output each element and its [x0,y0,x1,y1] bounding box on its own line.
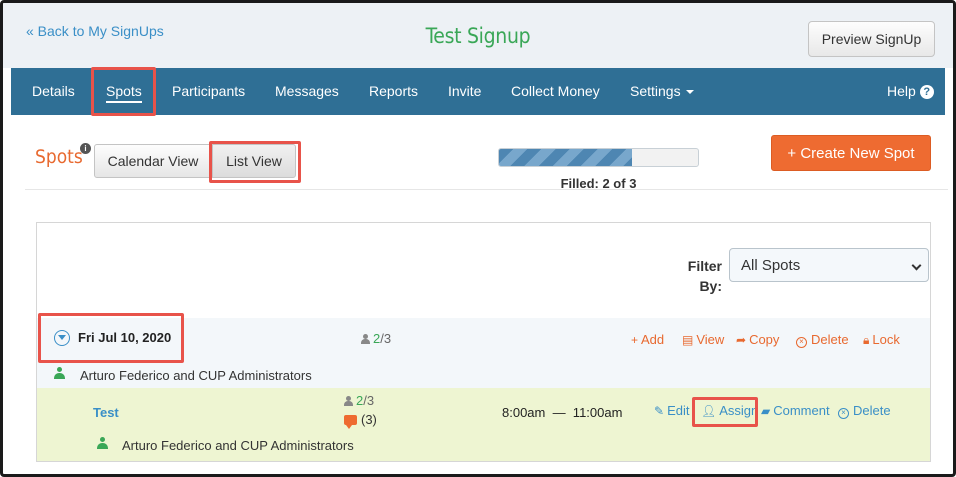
person-icon [97,437,108,449]
assign-label: Assign [719,403,759,418]
nav-tab-collect-money[interactable]: Collect Money [511,68,600,115]
spot-name-link[interactable]: Test [93,405,119,420]
date-group-owner: Arturo Federico and CUP Administrators [80,368,312,383]
nav-tab-label: Settings [630,83,681,99]
date-group-count: 2/3 [361,331,391,346]
count-total: /3 [380,331,392,346]
person-icon [361,334,370,344]
spot-count: 2/3 [344,393,374,408]
add-action[interactable]: + Add [631,332,664,347]
filter-selected-value: All Spots [741,256,801,274]
nav-tab-label: Participants [172,83,246,99]
nav-tab-label: Reports [369,83,419,99]
filter-label-line: Filter [687,258,722,274]
spot-owner: Arturo Federico and CUP Administrators [122,438,354,453]
delete-circle-icon: × [838,408,849,419]
spots-list-panel: Filter By: All Spots Fri Jul 10, 2020 2/3… [36,222,931,462]
nav-tab-settings[interactable]: Settings [630,68,694,115]
nav-tab-label: Messages [275,83,339,99]
comment-action[interactable]: ▰ Comment [761,403,830,418]
lock-icon: 🔒︎ [863,333,870,347]
edit-label: Edit [667,403,690,418]
spot-time: 8:00am — 11:00am [502,405,623,420]
person-icon: 👤︎ [701,404,717,418]
comment-icon [344,415,357,429]
filter-label-line: By: [699,278,722,294]
count-total: /3 [363,393,375,408]
delete-label: Delete [811,332,849,347]
lock-action[interactable]: 🔒︎ Lock [863,332,900,348]
collapse-toggle-icon[interactable] [54,330,70,346]
edit-action[interactable]: ✎ Edit [654,403,689,418]
assign-action[interactable]: 👤︎ Assign [701,403,758,418]
create-new-spot-button[interactable]: + Create New Spot [771,135,931,171]
delete-date-action[interactable]: × Delete [796,332,849,348]
pencil-icon: ✎ [654,404,665,418]
lock-label: Lock [872,332,900,347]
nav-tab-label: Collect Money [511,83,600,99]
comment-count: (3) [361,412,377,427]
date-group-date: Fri Jul 10, 2020 [78,330,172,345]
date-group-row: Fri Jul 10, 2020 2/3 + Add ▤ View ➦ Copy × D… [37,318,930,388]
spots-section-title: Spots [35,146,83,168]
filter-select[interactable]: All Spots [729,248,929,282]
delete-spot-action[interactable]: × Delete [838,403,891,419]
copy-action[interactable]: ➦ Copy [736,332,779,347]
nav-tab-invite[interactable]: Invite [448,68,481,115]
nav-tab-details[interactable]: Details [32,68,75,115]
plus-icon: + [631,333,639,347]
person-icon [344,396,353,406]
app-window: « Back to My SignUps Test Signup Preview… [0,0,956,477]
spot-row: Test 2/3 (3) 8:00am — 11:00am ✎ Edit 👤︎ As… [37,388,930,461]
view-label: View [696,332,725,347]
list-view-button[interactable]: List View [212,144,296,178]
nav-tab-label: Spots [106,83,142,103]
top-header: « Back to My SignUps Test Signup Preview… [3,3,953,68]
preview-signup-button[interactable]: Preview SignUp [808,21,935,57]
help-icon: ? [919,85,934,100]
view-action[interactable]: ▤ View [682,332,724,347]
delete-label: Delete [853,403,891,418]
nav-tab-label: Details [32,83,75,99]
nav-help-label: Help [887,83,916,99]
main-nav: Details Spots Participants Messages Repo… [11,68,945,115]
filled-progress-bar [498,148,699,167]
add-label: Add [641,332,665,347]
comment-label: Comment [773,403,830,418]
calendar-view-button[interactable]: Calendar View [94,144,212,178]
chevron-down-icon [685,90,694,95]
filter-by-label: Filter By: [677,256,722,296]
document-icon: ▤ [682,333,694,347]
spot-comment-count[interactable]: (3) [344,412,377,429]
nav-help[interactable]: Help? [887,68,934,115]
divider [25,189,948,190]
progress-fill [499,149,633,166]
share-arrow-icon: ➦ [736,333,747,347]
nav-tab-reports[interactable]: Reports [369,68,418,115]
chevron-down-icon [911,260,922,271]
comment-icon: ▰ [761,404,771,418]
delete-circle-icon: × [796,337,807,348]
copy-label: Copy [749,332,780,347]
nav-tab-spots[interactable]: Spots [106,68,142,115]
info-icon[interactable]: i [80,143,91,154]
nav-tab-participants[interactable]: Participants [172,68,245,115]
nav-tab-label: Invite [448,83,482,99]
person-icon [54,367,65,379]
nav-tab-messages[interactable]: Messages [275,68,339,115]
